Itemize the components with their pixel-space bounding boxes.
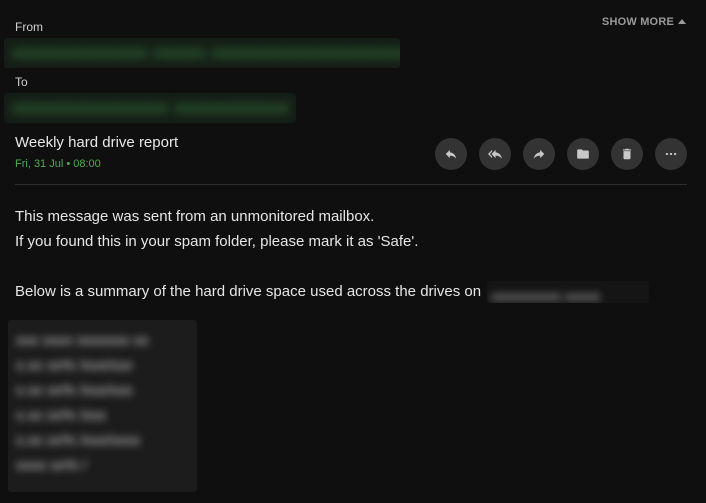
body-line-unmonitored: This message was sent from an unmonitore… [15,208,375,225]
body-line-summary: Below is a summary of the hard drive spa… [15,279,650,304]
forward-icon [533,149,545,159]
delete-button[interactable] [611,138,643,170]
more-button[interactable] [655,138,687,170]
message-date: Fri, 31 Jul • 08:00 [15,158,101,170]
message-body: This message was sent from an unmonitore… [15,204,650,304]
drive-table-redacted: xxx xxxx xxxxxxx xx x.xx xx% /xxx/xxx x.xx… [8,320,197,492]
to-address-redacted[interactable]: xxxxxxxxxxxxxxx xxxxxxxxxxx [4,93,296,123]
more-horizontal-icon [665,152,677,156]
summary-text: Below is a summary of the hard drive spa… [15,283,482,300]
caret-up-icon [678,19,686,24]
trash-icon [622,148,632,160]
to-label: To [15,75,28,89]
move-to-folder-button[interactable] [567,138,599,170]
reply-all-icon [488,149,502,159]
header-divider [15,184,687,185]
reply-all-button[interactable] [479,138,511,170]
folder-icon [577,149,589,159]
body-spacer [15,254,649,279]
message-subject: Weekly hard drive report [15,134,179,151]
body-line-spam-notice: If you found this in your spam folder, p… [15,233,419,250]
from-label: From [15,20,43,34]
from-address-redacted[interactable]: xxxxxxxxxxxxx xxxxx xxxxxxxxxxxxxxxxxxxx [4,38,400,68]
reply-icon [445,149,457,159]
show-more-toggle[interactable]: SHOW MORE [602,16,686,28]
forward-button[interactable] [523,138,555,170]
hostname-redacted: xxxxxxxxxx xxxxx [487,281,650,304]
message-actions [435,138,687,170]
show-more-label: SHOW MORE [601,16,674,28]
reply-button[interactable] [435,138,467,170]
